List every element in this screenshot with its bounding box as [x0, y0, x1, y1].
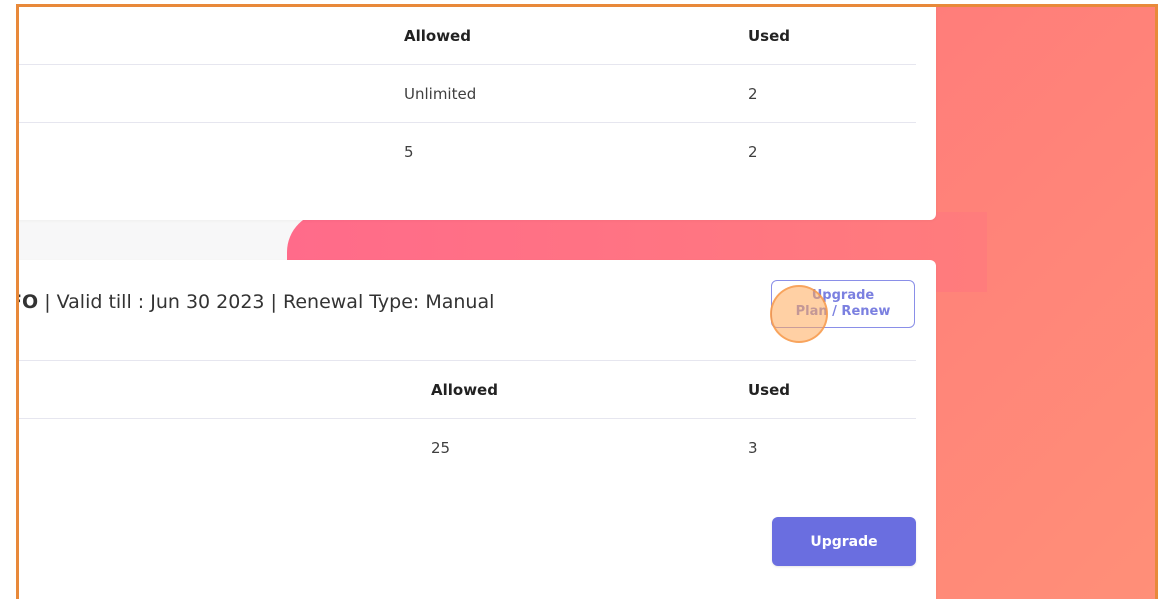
upgrade-plan-renew-button[interactable]: Upgrade Plan / Renew [771, 280, 915, 328]
allowed-value: 5 [404, 142, 414, 161]
header-allowed: Allowed [431, 380, 498, 399]
plan-info-text: FO | Valid till : Jun 30 2023 | Renewal … [19, 280, 495, 324]
table-row: 25 3 [19, 419, 916, 476]
plan-validity: | Valid till : Jun 30 2023 | Renewal Typ… [44, 291, 495, 313]
upgrade-button[interactable]: Upgrade [772, 517, 916, 566]
upgrade-plan-line2: Plan / Renew [795, 304, 891, 319]
table-row: 5 2 [19, 123, 916, 180]
usage-card: Allowed Used Unlimited 2 5 2 [19, 7, 936, 220]
used-value: 2 [748, 142, 758, 161]
upgrade-plan-line1: Upgrade [811, 288, 875, 303]
plan-name: FO [19, 291, 39, 313]
used-value: 2 [748, 84, 758, 103]
allowed-value: Unlimited [404, 84, 477, 103]
usage-table-header: Allowed Used [19, 7, 916, 65]
plan-card: FO | Valid till : Jun 30 2023 | Renewal … [19, 260, 936, 599]
screen-frame: Allowed Used Unlimited 2 5 2 FO | Valid … [16, 4, 1158, 599]
allowed-value: 25 [431, 438, 451, 457]
header-allowed: Allowed [404, 26, 471, 45]
header-used: Used [748, 26, 791, 45]
plan-table-header: Allowed Used [19, 361, 916, 419]
header-used: Used [748, 380, 791, 399]
used-value: 3 [748, 438, 758, 457]
table-row: Unlimited 2 [19, 65, 916, 123]
